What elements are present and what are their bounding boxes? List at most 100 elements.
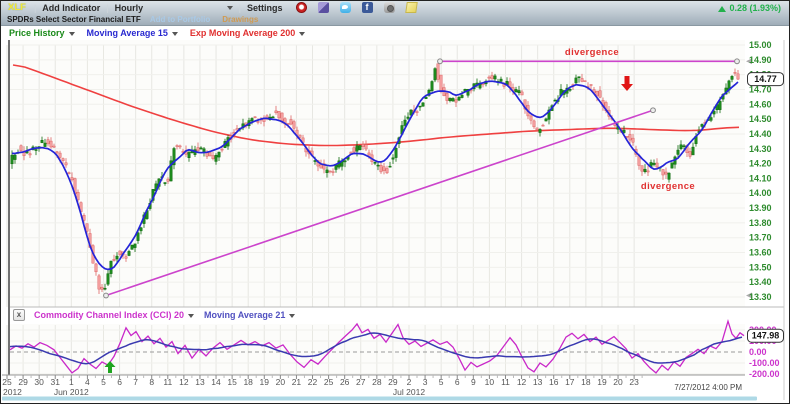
date-label: 9	[471, 377, 476, 387]
h-scrollbar[interactable]	[2, 397, 757, 401]
timestamp-label: 7/27/2012 4:00 PM	[674, 383, 742, 392]
month-label: Jul 2012	[393, 387, 425, 397]
add-to-portfolio-link[interactable]: Add to Portfolio	[150, 15, 210, 24]
cci-axis-label: -100.00	[749, 358, 780, 368]
price-axis: 15.0014.9014.8014.7014.6014.5014.4014.30…	[748, 40, 784, 379]
cci-dropdown[interactable]: Commodity Channel Index (CCI) 20	[34, 310, 184, 320]
date-label: 11	[501, 377, 510, 387]
cube-icon[interactable]	[318, 2, 329, 13]
date-label: 19	[597, 377, 607, 387]
ema200-dropdown[interactable]: Exp Moving Average 200	[190, 28, 295, 38]
price-history-label: Price History	[9, 28, 65, 38]
date-label: 12	[179, 377, 189, 387]
add-indicator-button[interactable]: Add Indicator	[42, 3, 100, 13]
chart-area: divergencedivergence15.0014.9014.8014.70…	[0, 40, 790, 404]
date-label: 12	[517, 377, 527, 387]
date-label: 20	[276, 377, 286, 387]
date-label: 19	[260, 377, 270, 387]
up-arrow-icon	[718, 2, 726, 12]
price-axis-label: 13.80	[749, 218, 772, 228]
date-label: 30	[34, 377, 44, 387]
date-label: 26	[340, 377, 350, 387]
price-axis-label: 14.20	[749, 159, 772, 169]
main-chart-canvas[interactable]: divergencedivergence15.0014.9014.8014.70…	[0, 40, 790, 404]
date-label: 17	[565, 377, 575, 387]
date-label: 18	[243, 377, 253, 387]
price-axis-label: 13.90	[749, 203, 772, 213]
price-axis-label: 14.10	[749, 173, 772, 183]
separator: |	[239, 3, 241, 13]
change-value: 0.28	[729, 3, 747, 13]
chevron-down-icon	[289, 314, 295, 321]
date-label: 5	[101, 377, 106, 387]
price-axis-label: 15.00	[749, 40, 772, 50]
facebook-icon[interactable]	[362, 2, 373, 13]
date-label: 6	[455, 377, 460, 387]
date-label: 31	[51, 377, 61, 387]
date-label: 7	[133, 377, 138, 387]
date-label: 20	[613, 377, 623, 387]
date-label: 3	[423, 377, 428, 387]
chevron-down-icon	[188, 314, 194, 321]
date-label: 22	[308, 377, 318, 387]
cci-ma-dropdown[interactable]: Moving Average 21	[204, 310, 285, 320]
divergence-label: divergence	[565, 47, 619, 58]
date-label: 2	[407, 377, 412, 387]
chevron-down-icon	[227, 6, 233, 13]
date-label: 28	[372, 377, 382, 387]
price-change-indicator: 0.28 (1.93%)	[718, 3, 781, 13]
price-axis-label: 13.60	[749, 248, 772, 258]
date-label: 27	[356, 377, 366, 387]
date-label: 16	[549, 377, 559, 387]
drawings-menu[interactable]: Drawings	[222, 15, 258, 24]
twitter-icon[interactable]	[340, 2, 351, 13]
date-label: 1	[69, 377, 74, 387]
date-label: 10	[485, 377, 495, 387]
red-down-arrow-icon	[625, 76, 630, 84]
date-label: 23	[629, 377, 639, 387]
date-label: 25	[2, 377, 12, 387]
cci-ma-label: Moving Average 21	[204, 310, 285, 320]
date-label: 6	[117, 377, 122, 387]
camera-icon[interactable]	[384, 2, 395, 13]
timeframe-dropdown[interactable]: Hourly	[115, 3, 233, 13]
ma15-dropdown[interactable]: Moving Average 15	[87, 28, 168, 38]
date-label: 13	[195, 377, 205, 387]
month-label: 2012	[3, 387, 22, 397]
svg-text:14.77: 14.77	[754, 74, 777, 84]
month-label: Jun 2012	[54, 387, 89, 397]
toolbar-row-2: SPDRs Select Sector Financial ETF Add to…	[5, 14, 785, 25]
price-axis-label: 14.90	[749, 55, 772, 65]
date-label: 25	[324, 377, 334, 387]
date-label: 29	[388, 377, 398, 387]
price-axis-label: 13.70	[749, 233, 772, 243]
date-label: 18	[581, 377, 591, 387]
price-history-dropdown[interactable]: Price History	[9, 28, 65, 38]
cci-label: Commodity Channel Index (CCI) 20	[34, 310, 184, 320]
date-axis: 2529303114567811121314151819202122252627…	[2, 375, 745, 397]
separator: |	[106, 3, 108, 13]
timeframe-label: Hourly	[115, 3, 144, 13]
date-label: 11	[163, 377, 172, 387]
sticky-note-icon[interactable]	[405, 2, 418, 13]
date-label: 15	[227, 377, 237, 387]
separator: |	[34, 3, 36, 13]
charting-app-window: { "toolbar": { "symbol": "XLF", "add_ind…	[0, 0, 790, 404]
ma15-label: Moving Average 15	[87, 28, 168, 38]
ema200-label: Exp Moving Average 200	[190, 28, 295, 38]
instrument-name: SPDRs Select Sector Financial ETF	[7, 15, 141, 24]
settings-button[interactable]: Settings	[247, 3, 283, 13]
cci-axis-label: 0.00	[749, 347, 767, 357]
alerts-clock-icon[interactable]	[296, 2, 307, 13]
indicator-bar: Price History Moving Average 15 Exp Movi…	[0, 26, 790, 40]
date-label: 13	[533, 377, 543, 387]
date-label: 21	[292, 377, 302, 387]
cci-axis-label: -200.00	[749, 369, 780, 379]
price-axis-label: 13.40	[749, 277, 772, 287]
plot-background	[10, 40, 745, 375]
close-icon[interactable]: x	[13, 309, 25, 321]
date-label: 4	[85, 377, 90, 387]
date-label: 8	[149, 377, 154, 387]
symbol-label: XLF	[8, 2, 26, 13]
date-label: 5	[439, 377, 444, 387]
